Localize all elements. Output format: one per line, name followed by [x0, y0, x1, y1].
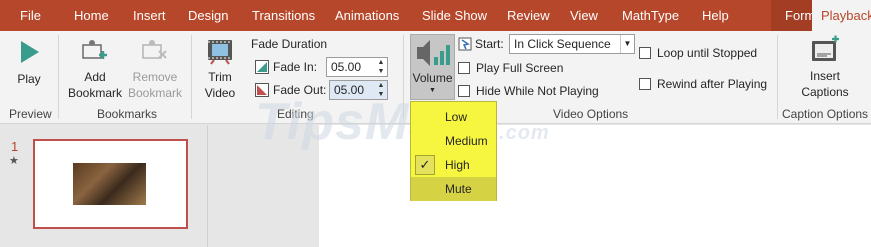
fade-in-row: Fade In:	[255, 57, 317, 77]
group-separator	[777, 35, 778, 119]
tab-view[interactable]: View	[570, 0, 598, 31]
animation-star-icon: ★	[9, 155, 19, 167]
loop-until-stopped-checkbox[interactable]: Loop until Stopped	[639, 43, 757, 63]
remove-bookmark-button[interactable]: Remove Bookmark	[126, 37, 184, 101]
tab-file[interactable]: File	[20, 0, 41, 31]
remove-bookmark-icon	[142, 40, 167, 59]
watermark: TipsMake.com	[255, 93, 550, 151]
volume-label: Volume	[412, 71, 453, 85]
speaker-volume-icon	[417, 40, 450, 66]
start-label-row: Start:	[458, 34, 504, 54]
tab-mathtype[interactable]: MathType	[622, 0, 679, 31]
tab-playback[interactable]: Playback	[812, 0, 871, 31]
tab-help[interactable]: Help	[702, 0, 729, 31]
group-label-video-options: Video Options	[553, 107, 629, 121]
tab-review[interactable]: Review	[507, 0, 550, 31]
checkbox-box[interactable]	[639, 78, 651, 90]
tab-animations[interactable]: Animations	[335, 0, 399, 31]
trim-video-button[interactable]: Trim Video	[197, 37, 243, 101]
play-icon	[21, 41, 39, 63]
group-label-caption-options: Caption Options	[782, 107, 869, 121]
group-label-preview: Preview	[9, 107, 52, 121]
tab-transitions[interactable]: Transitions	[252, 0, 315, 31]
group-label-bookmarks: Bookmarks	[97, 107, 158, 121]
video-frame-image	[73, 163, 146, 205]
play-full-screen-checkbox[interactable]: Play Full Screen	[458, 58, 563, 78]
play-button[interactable]: Play	[6, 37, 52, 87]
checkmark-icon: ✓	[415, 155, 435, 175]
checkbox-box[interactable]	[458, 62, 470, 74]
start-select[interactable]: In Click Sequence ▼	[509, 34, 635, 54]
group-separator	[58, 35, 59, 119]
fade-duration-label: Fade Duration	[251, 37, 328, 51]
add-bookmark-button[interactable]: Add Bookmark	[64, 37, 126, 101]
ribbon-tab-bar: File Home Insert Design Transitions Anim…	[0, 0, 871, 31]
checkbox-box[interactable]	[639, 47, 651, 59]
tab-slide-show[interactable]: Slide Show	[422, 0, 487, 31]
tab-insert[interactable]: Insert	[133, 0, 166, 31]
group-separator	[191, 35, 192, 119]
volume-menu: Low Medium ✓ High Mute	[410, 101, 497, 201]
rewind-after-playing-checkbox[interactable]: Rewind after Playing	[639, 74, 767, 94]
slide-thumbnail[interactable]	[33, 139, 188, 229]
fade-in-input[interactable]: 05.00 ▲ ▼	[326, 57, 388, 77]
spin-arrows-icon[interactable]: ▲ ▼	[375, 58, 387, 76]
start-icon	[458, 37, 472, 51]
tab-design[interactable]: Design	[188, 0, 228, 31]
volume-option-high[interactable]: ✓ High	[411, 153, 496, 177]
chevron-down-icon: ▼	[620, 35, 634, 53]
tab-home[interactable]: Home	[74, 0, 109, 31]
insert-captions-icon	[812, 35, 839, 61]
fade-in-icon	[255, 60, 269, 74]
slide-number: 1	[11, 139, 19, 154]
trim-video-icon	[208, 40, 232, 65]
add-bookmark-icon	[82, 40, 107, 59]
volume-option-mute[interactable]: Mute	[411, 177, 496, 201]
insert-captions-button[interactable]: Insert Captions	[791, 35, 859, 100]
volume-option-medium[interactable]: Medium	[411, 129, 496, 153]
volume-option-low[interactable]: Low	[411, 105, 496, 129]
volume-button[interactable]: Volume ▼	[410, 34, 455, 100]
